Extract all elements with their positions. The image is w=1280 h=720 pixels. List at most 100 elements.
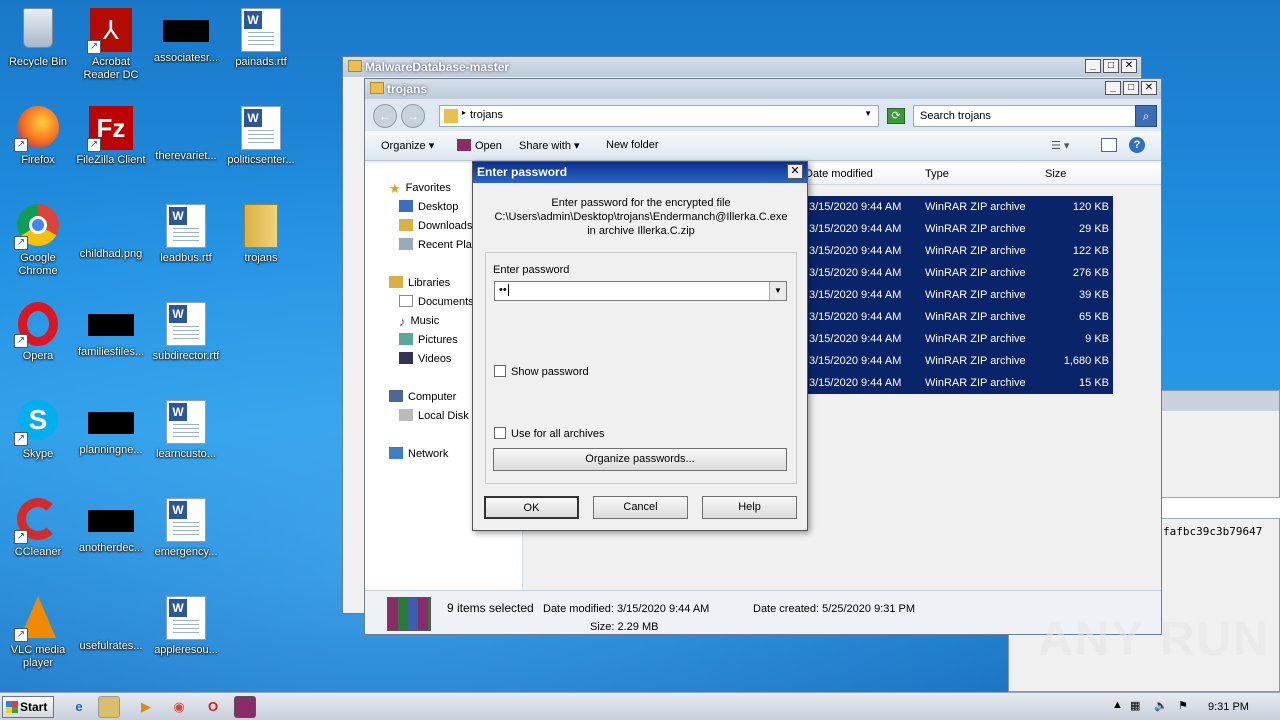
nav-libraries[interactable]: Libraries (389, 276, 450, 289)
desktop-icon-learncusto[interactable]: W learncusto... (148, 400, 224, 461)
help-button[interactable]: Help (702, 496, 797, 519)
view-options-icon[interactable]: ☰ ▾ (1051, 139, 1069, 152)
table-row[interactable]: 3/15/2020 9:44 AM WinRAR ZIP archive 122 K… (803, 240, 1113, 262)
nav-downloads[interactable]: Downloads (399, 219, 472, 232)
cancel-button[interactable]: Cancel (593, 496, 688, 519)
table-row[interactable]: 3/15/2020 9:44 AM WinRAR ZIP archive 39 KB (803, 284, 1113, 306)
address-box[interactable]: ▸ trojans ▼ (439, 105, 879, 127)
maximize-button[interactable]: □ (1123, 81, 1139, 95)
table-row[interactable]: 3/15/2020 9:44 AM WinRAR ZIP archive 9 KB (803, 328, 1113, 350)
password-input[interactable]: •• ▼ (494, 281, 787, 301)
column-date-modified[interactable]: Date modified (805, 168, 873, 180)
desktop-icon-politicsenter[interactable]: W politicsenter... (223, 106, 299, 167)
videos-icon (399, 352, 413, 364)
close-button[interactable]: ✕ (1121, 59, 1137, 73)
desktop-icon-emergency[interactable]: W emergency... (148, 498, 224, 559)
desktop-icon-associatesr[interactable]: associatesr... (148, 8, 224, 65)
nav-computer[interactable]: Computer (389, 390, 456, 403)
desktop-icon-planningne[interactable]: planningne... (73, 400, 149, 457)
desktop-icon-leadbus[interactable]: W leadbus.rtf (148, 204, 224, 265)
back-button[interactable]: ← (373, 104, 397, 128)
ccleaner-icon: ↗ (14, 498, 60, 544)
opera-icon: ↗ (14, 302, 60, 348)
desktop-icon-chrome[interactable]: ↗ Google Chrome (0, 204, 76, 278)
use-for-all-archives-checkbox[interactable]: Use for all archives (494, 427, 605, 440)
desktop-icon-filezilla[interactable]: Fz ↗ FileZilla Client (73, 106, 149, 167)
maximize-button[interactable]: □ (1103, 59, 1119, 73)
forward-button[interactable]: → (401, 104, 425, 128)
help-icon[interactable]: ? (1129, 137, 1145, 153)
open-button[interactable]: Open (457, 139, 502, 152)
table-row[interactable]: 3/15/2020 9:44 AM WinRAR ZIP archive 29 KB (803, 218, 1113, 240)
nav-music[interactable]: ♪ Music (399, 314, 439, 329)
desktop-icon-vlc[interactable]: ↗ VLC media player (0, 596, 76, 670)
desktop-icon-trojans-folder[interactable]: trojans (223, 204, 299, 265)
desktop-icon-therevariet[interactable]: therevariet... (148, 106, 224, 163)
dialog-title: Enter password (477, 165, 568, 179)
volume-icon[interactable]: 🔈 (1154, 699, 1168, 712)
password-dialog[interactable]: Enter password ✕ Enter password for the … (472, 161, 808, 531)
show-password-checkbox[interactable]: Show password (494, 365, 589, 378)
desktop-icon-usefulrates[interactable]: usefulrates... (73, 596, 149, 653)
table-row[interactable]: 3/15/2020 9:44 AM WinRAR ZIP archive 65 KB (803, 306, 1113, 328)
detail-date-created: Date created: 5/25/2020 9:31 PM (753, 603, 916, 615)
winrar-archive-icon (387, 597, 431, 631)
desktop-icon-familiesfiles[interactable]: familiesfiles... (73, 302, 149, 359)
nav-pictures[interactable]: Pictures (399, 333, 458, 346)
minimize-button[interactable]: _ (1105, 81, 1121, 95)
desktop-icon-ccleaner[interactable]: ↗ CCleaner (0, 498, 76, 559)
dialog-close-button[interactable]: ✕ (787, 164, 803, 179)
refresh-icon[interactable]: ⟳ (887, 108, 905, 124)
start-button[interactable]: Start (2, 696, 54, 718)
close-button[interactable]: ✕ (1141, 81, 1157, 95)
dialog-titlebar[interactable]: Enter password ✕ (473, 162, 807, 183)
explorer-taskbar-icon[interactable] (98, 696, 120, 718)
flag-icon[interactable]: ⚑ (1178, 699, 1188, 712)
column-type[interactable]: Type (925, 168, 949, 180)
chrome-taskbar-icon[interactable]: ◉ (168, 696, 190, 718)
ie-icon[interactable]: e (68, 696, 90, 718)
desktop-icon-acrobat[interactable]: ⅄ ↗ Acrobat Reader DC (73, 8, 149, 82)
search-icon[interactable]: ⌕ (1135, 105, 1157, 127)
new-folder-button[interactable]: New folder (606, 139, 659, 151)
opera-taskbar-icon[interactable]: O (202, 696, 224, 718)
nav-recent-places[interactable]: Recent Plac (399, 238, 477, 251)
media-player-icon[interactable]: ▶ (135, 696, 157, 718)
chevron-down-icon[interactable]: ▼ (769, 282, 786, 300)
desktop-icon-firefox[interactable]: ↗ Firefox (0, 106, 76, 167)
nav-videos[interactable]: Videos (399, 352, 451, 365)
nav-documents[interactable]: Documents (399, 295, 474, 308)
desktop-icon-anotherdec[interactable]: anotherdec... (73, 498, 149, 555)
nav-desktop[interactable]: Desktop (399, 200, 458, 213)
organize-button[interactable]: Organize ▾ (381, 139, 434, 152)
winrar-taskbar-icon[interactable] (234, 696, 256, 718)
organize-passwords-button[interactable]: Organize passwords... (493, 448, 787, 471)
minimize-button[interactable]: _ (1085, 59, 1101, 73)
window-titlebar[interactable]: trojans _ □ ✕ (365, 79, 1161, 99)
nav-network[interactable]: Network (389, 447, 448, 460)
tray-expand-icon[interactable]: ▲ (1112, 699, 1123, 711)
desktop-icon-painads[interactable]: W painads.rtf (223, 8, 299, 69)
desktop-icon-appleresou[interactable]: W appleresou... (148, 596, 224, 657)
desktop-icon-skype[interactable]: S ↗ Skype (0, 400, 76, 461)
desktop-icon-childhad[interactable]: childhad.png (73, 204, 149, 261)
window-titlebar[interactable]: MalwareDatabase-master _ □ ✕ (343, 57, 1141, 77)
chevron-down-icon[interactable]: ▼ (864, 109, 872, 118)
share-with-button[interactable]: Share with ▾ (519, 139, 580, 152)
desktop-icon-opera[interactable]: ↗ Opera (0, 302, 76, 363)
column-size[interactable]: Size (1045, 168, 1066, 180)
network-tray-icon[interactable]: ▦ (1130, 699, 1140, 712)
table-row[interactable]: 3/15/2020 9:44 AM WinRAR ZIP archive 276 K… (803, 262, 1113, 284)
ok-button[interactable]: OK (484, 496, 579, 519)
computer-icon (389, 390, 403, 402)
desktop-icon-subdirector[interactable]: W subdirector.rtf (148, 302, 224, 363)
nav-favorites[interactable]: ★ Favorites (389, 181, 451, 196)
table-row[interactable]: 3/15/2020 9:44 AM WinRAR ZIP archive 15 KB (803, 372, 1113, 394)
preview-pane-icon[interactable] (1101, 138, 1117, 152)
clock[interactable]: 9:31 PM (1208, 701, 1249, 713)
table-row[interactable]: 3/15/2020 9:44 AM WinRAR ZIP archive 1,680… (803, 350, 1113, 372)
desktop-icon-recycle-bin[interactable]: Recycle Bin (0, 8, 76, 69)
table-row[interactable]: 3/15/2020 9:44 AM WinRAR ZIP archive 120 K… (803, 196, 1113, 218)
search-input[interactable]: Search trojans (913, 105, 1137, 127)
nav-local-disk[interactable]: Local Disk ( (399, 409, 475, 422)
